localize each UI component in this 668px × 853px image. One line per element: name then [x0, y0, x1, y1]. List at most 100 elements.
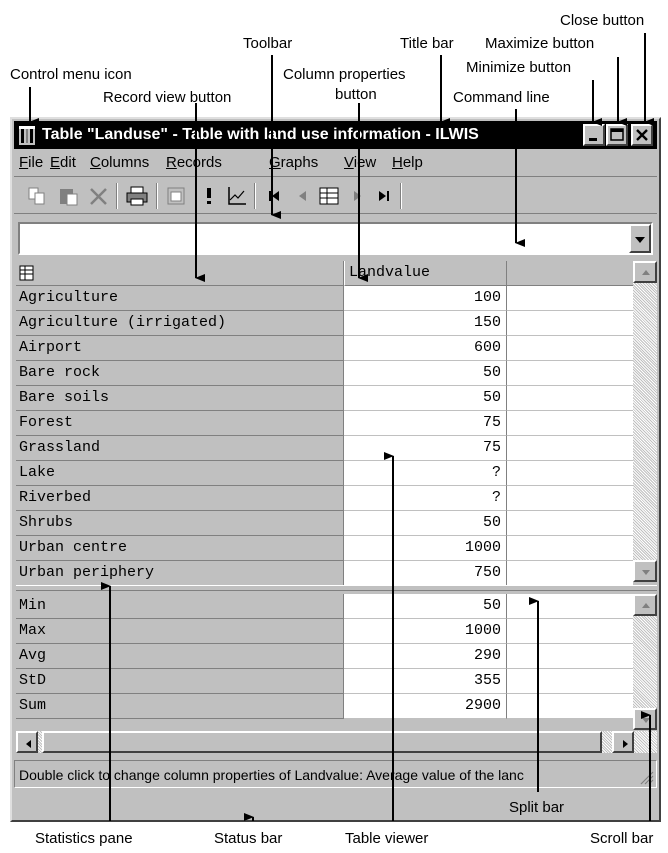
empty-cell[interactable]: [507, 436, 633, 461]
command-line[interactable]: [18, 222, 653, 255]
arrow-up-icon: [642, 270, 650, 275]
arrow-right-icon: [623, 740, 628, 748]
scroll-left-button[interactable]: [16, 731, 38, 753]
empty-cell[interactable]: [507, 561, 633, 586]
next-record-icon: [354, 191, 361, 201]
landvalue-cell[interactable]: 100: [344, 286, 507, 311]
window-title: Table "Landuse" - Table with land use in…: [42, 126, 479, 143]
split-bar[interactable]: [16, 585, 657, 591]
stats-scroll-up-button[interactable]: [633, 594, 657, 616]
record-name-cell[interactable]: Agriculture: [16, 286, 344, 311]
print-button[interactable]: [124, 183, 150, 209]
empty-cell[interactable]: [507, 336, 633, 361]
menu-help[interactable]: Help: [392, 154, 423, 171]
record-name-cell[interactable]: Urban centre: [16, 536, 344, 561]
label-record-view-button: Record view button: [103, 89, 232, 106]
properties-button[interactable]: [164, 183, 190, 209]
table-row[interactable]: Urban periphery 750: [16, 561, 657, 586]
table-scroll-bar[interactable]: [633, 261, 657, 582]
empty-cell[interactable]: [507, 461, 633, 486]
menu-columns[interactable]: Columns: [90, 154, 149, 171]
control-menu-icon[interactable]: [19, 126, 35, 145]
empty-cell[interactable]: [507, 311, 633, 336]
landvalue-cell[interactable]: 50: [344, 386, 507, 411]
table-row[interactable]: Forest 75: [16, 411, 657, 436]
copy-button[interactable]: [24, 183, 50, 209]
table-row[interactable]: Bare rock 50: [16, 361, 657, 386]
close-button[interactable]: [631, 124, 653, 146]
table-row[interactable]: Riverbed?: [16, 486, 657, 511]
table-row[interactable]: Agriculture (irrigated) 150: [16, 311, 657, 336]
scroll-up-button[interactable]: [633, 261, 657, 283]
menu-records[interactable]: Records: [166, 154, 222, 171]
statistic-value-cell: 1000: [344, 619, 507, 644]
record-name-cell[interactable]: Bare soils: [16, 386, 344, 411]
statistic-value-cell: 355: [344, 669, 507, 694]
landvalue-cell[interactable]: ?: [344, 461, 507, 486]
delete-button[interactable]: [86, 183, 112, 209]
menu-file[interactable]: File: [19, 154, 43, 171]
properties-icon: [167, 187, 185, 205]
exclamation-button[interactable]: [196, 183, 222, 209]
landvalue-cell[interactable]: 750: [344, 561, 507, 586]
title-bar[interactable]: Table "Landuse" - Table with land use in…: [14, 121, 657, 149]
scroll-thumb[interactable]: [42, 731, 602, 753]
maximize-icon: [610, 128, 624, 141]
record-view-button[interactable]: [316, 183, 342, 209]
landvalue-cell[interactable]: 75: [344, 411, 507, 436]
scroll-right-button[interactable]: [612, 731, 634, 753]
empty-cell[interactable]: [507, 386, 633, 411]
table-row[interactable]: Agriculture 100: [16, 286, 657, 311]
column-properties-button[interactable]: Landvalue: [344, 261, 507, 286]
landvalue-cell[interactable]: ?: [344, 486, 507, 511]
record-name-cell[interactable]: Grassland: [16, 436, 344, 461]
landvalue-cell[interactable]: 50: [344, 361, 507, 386]
minimize-button[interactable]: [583, 124, 605, 146]
paste-button[interactable]: [56, 183, 82, 209]
table-row[interactable]: Urban centre 1000: [16, 536, 657, 561]
command-line-dropdown[interactable]: [629, 224, 651, 253]
record-name-cell[interactable]: Shrubs: [16, 511, 344, 536]
table-row[interactable]: Airport 600: [16, 336, 657, 361]
graph-button[interactable]: [224, 183, 250, 209]
record-name-cell[interactable]: Lake: [16, 461, 344, 486]
last-record-button[interactable]: [370, 183, 396, 209]
empty-cell[interactable]: [507, 511, 633, 536]
record-name-cell[interactable]: Airport: [16, 336, 344, 361]
record-name-cell[interactable]: Agriculture (irrigated): [16, 311, 344, 336]
empty-cell[interactable]: [507, 286, 633, 311]
scroll-down-button[interactable]: [633, 560, 657, 582]
table-row[interactable]: Shrubs 50: [16, 511, 657, 536]
empty-cell[interactable]: [507, 536, 633, 561]
menu-edit[interactable]: Edit: [50, 154, 76, 171]
empty-cell: [507, 619, 633, 644]
landvalue-cell[interactable]: 150: [344, 311, 507, 336]
record-view-header-button[interactable]: [16, 261, 344, 286]
landvalue-cell[interactable]: 75: [344, 436, 507, 461]
record-name-cell[interactable]: Riverbed: [16, 486, 344, 511]
landvalue-cell[interactable]: 600: [344, 336, 507, 361]
empty-cell[interactable]: [507, 411, 633, 436]
statistics-scroll-bar[interactable]: [633, 594, 657, 730]
resize-grip-icon[interactable]: [640, 771, 654, 785]
table-row[interactable]: Grassland 75: [16, 436, 657, 461]
menu-graphs[interactable]: Graphs: [269, 154, 318, 171]
table-row[interactable]: Lake?: [16, 461, 657, 486]
menu-bar: File Edit Columns Records Graphs View He…: [14, 150, 657, 175]
empty-cell[interactable]: [507, 486, 633, 511]
first-record-button[interactable]: [262, 183, 288, 209]
next-record-button[interactable]: [344, 183, 370, 209]
maximize-button[interactable]: [606, 124, 628, 146]
table-row[interactable]: Bare soils 50: [16, 386, 657, 411]
record-name-cell[interactable]: Urban periphery: [16, 561, 344, 586]
horizontal-scroll-bar[interactable]: [16, 731, 657, 753]
menu-view[interactable]: View: [344, 154, 376, 171]
statistic-value-cell: 2900: [344, 694, 507, 719]
previous-record-button[interactable]: [290, 183, 316, 209]
empty-cell[interactable]: [507, 361, 633, 386]
stats-scroll-down-button[interactable]: [633, 708, 657, 730]
record-name-cell[interactable]: Bare rock: [16, 361, 344, 386]
landvalue-cell[interactable]: 1000: [344, 536, 507, 561]
record-name-cell[interactable]: Forest: [16, 411, 344, 436]
landvalue-cell[interactable]: 50: [344, 511, 507, 536]
